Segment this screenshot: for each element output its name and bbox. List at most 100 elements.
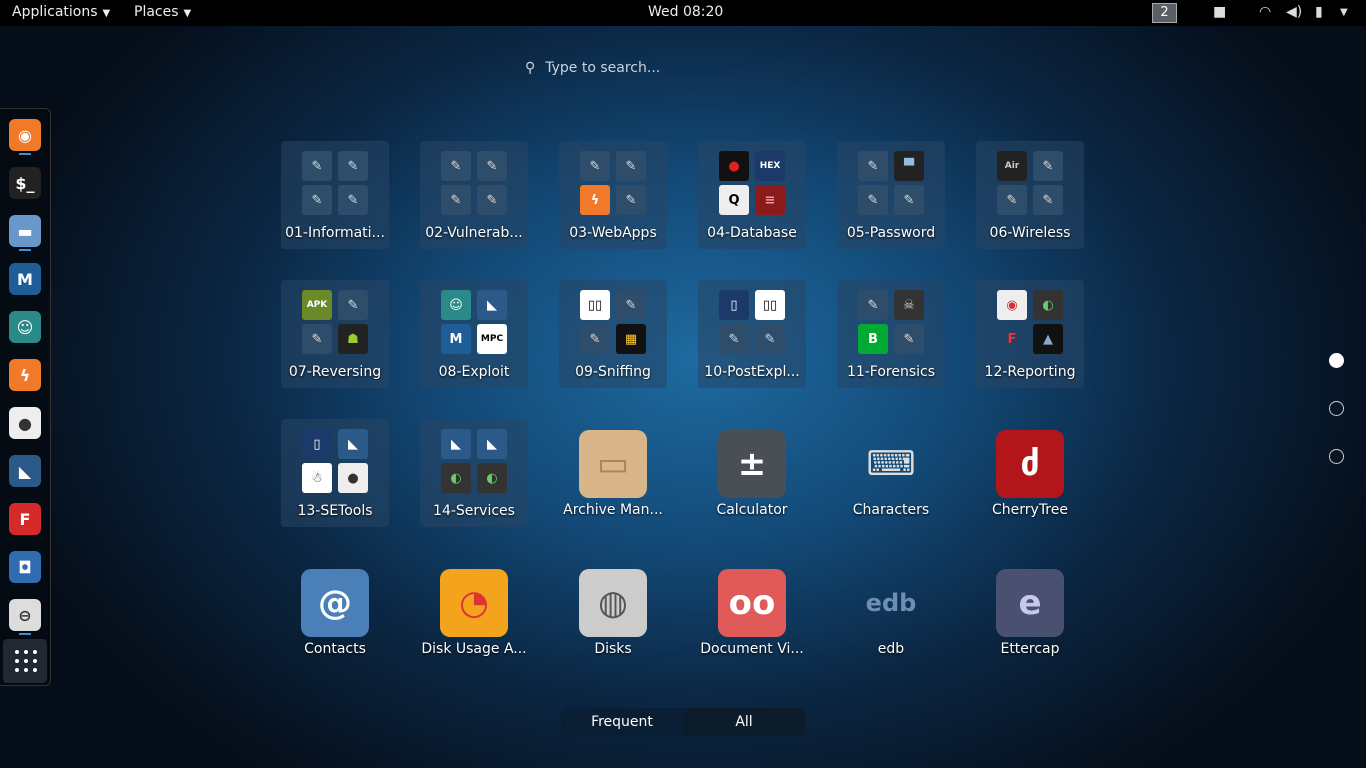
folder-label: 01-Informati... (281, 225, 389, 241)
app-icon: ძ (996, 430, 1064, 498)
applications-label: Applications (12, 4, 98, 20)
kali-icon: ✎ (302, 324, 332, 354)
app-label: Ettercap (976, 641, 1084, 657)
kali-icon: ✎ (580, 151, 610, 181)
ghost-icon: ☃ (302, 463, 332, 493)
camera-icon[interactable]: ■ (1213, 4, 1226, 20)
dock-maltego-icon[interactable]: ● (9, 407, 41, 439)
dash: ◉ $_ ▬ M ☺ ϟ ● ◣ F ◘ ⊖ (0, 108, 51, 686)
tab-frequent[interactable]: Frequent (561, 708, 683, 736)
kali-icon: ✎ (338, 185, 368, 215)
burp-icon: ϟ (580, 185, 610, 215)
applications-menu[interactable]: Applications▼ (12, 4, 110, 20)
kali-icon: ✎ (302, 151, 332, 181)
app-icon: ⌨ (857, 430, 925, 498)
app-archive-man[interactable]: ▭Archive Man... (559, 420, 667, 528)
places-menu[interactable]: Places▼ (134, 4, 191, 20)
gvm-icon: ◐ (477, 463, 507, 493)
dock-tweaks-icon[interactable]: ⊖ (9, 599, 41, 631)
kali-icon: ✎ (477, 151, 507, 181)
app-characters[interactable]: ⌨ Characters (837, 420, 945, 528)
kali-icon: ✎ (338, 290, 368, 320)
dock-beef-icon[interactable]: ◣ (9, 455, 41, 487)
folder-tile[interactable]: ✎✎✎✎01-Informati... (281, 141, 389, 249)
folder-tile[interactable]: ◉◐F▲12-Reporting (976, 280, 1084, 388)
kali-icon: ✎ (755, 324, 785, 354)
tab-all[interactable]: All (683, 708, 805, 736)
folder-tile[interactable]: ✎▀✎✎05-Password (837, 141, 945, 249)
folder-tile[interactable]: ▯▯▯✎✎10-PostExpl... (698, 280, 806, 388)
show-applications-button[interactable] (3, 639, 47, 683)
app-disk-usage-a[interactable]: ◔Disk Usage A... (420, 559, 528, 667)
sqlq-icon: Q (719, 185, 749, 215)
folder-tile[interactable]: ●HEXQ≡04-Database (698, 141, 806, 249)
folder-label: 10-PostExpl... (698, 364, 806, 380)
folder-label: 06-Wireless (976, 225, 1084, 241)
kali-icon: ✎ (302, 185, 332, 215)
folder-tile[interactable]: ✎✎✎✎02-Vulnerab... (420, 141, 528, 249)
app-calculator[interactable]: ± Calculator (698, 420, 806, 528)
folder-tile[interactable]: ✎☠B✎11-Forensics (837, 280, 945, 388)
dock-faraday-icon[interactable]: F (9, 503, 41, 535)
running-indicator (19, 633, 31, 635)
door2-icon: ▯ (719, 290, 749, 320)
folder-label: 05-Password (837, 225, 945, 241)
beef-icon: ◣ (477, 429, 507, 459)
kali-icon: ✎ (477, 185, 507, 215)
page-dot[interactable] (1329, 449, 1344, 464)
app-document-vi[interactable]: ooDocument Vi... (698, 559, 806, 667)
recordmy-icon: ◐ (1033, 290, 1063, 320)
folder-tile[interactable]: ◣◣◐◐14-Services (420, 419, 528, 527)
search-input[interactable]: ⚲Type to search... (525, 60, 660, 76)
folder-tile[interactable]: ▯▯✎✎▦09-Sniffing (559, 280, 667, 388)
dock-terminal-icon[interactable]: $_ (9, 167, 41, 199)
dock-burpsuite-icon[interactable]: ϟ (9, 359, 41, 391)
dock-metasploit-icon[interactable]: M (9, 263, 41, 295)
kali-icon: ✎ (580, 324, 610, 354)
page-dot[interactable] (1329, 401, 1344, 416)
running-indicator (19, 153, 31, 155)
bulk-icon: B (858, 324, 888, 354)
folder-label: 04-Database (698, 225, 806, 241)
folder-tile[interactable]: ☺◣MMPC08-Exploit (420, 280, 528, 388)
app-icon: ± (718, 430, 786, 498)
folder-tile[interactable]: ▯◣☃●13-SETools (281, 419, 389, 527)
kali-icon: ✎ (894, 185, 924, 215)
folder-label: 08-Exploit (420, 364, 528, 380)
battery-icon[interactable]: ▮ (1315, 4, 1323, 20)
top-bar: Applications▼ Places▼ Wed 08:20 2 ■ ◠ ◀)… (0, 0, 1366, 26)
folder-label: 02-Vulnerab... (420, 225, 528, 241)
maltego-icon: ● (338, 463, 368, 493)
door2-icon: ▯ (302, 429, 332, 459)
apk-icon: APK (302, 290, 332, 320)
app-label: Calculator (698, 502, 806, 518)
places-label: Places (134, 4, 179, 20)
app-label: Characters (837, 502, 945, 518)
app-disks[interactable]: ◍Disks (559, 559, 667, 667)
folder-tile[interactable]: ✎✎ϟ✎03-WebApps (559, 141, 667, 249)
workspace-indicator[interactable]: 2 (1152, 3, 1177, 23)
db1-icon: ● (719, 151, 749, 181)
air-icon: Air (997, 151, 1027, 181)
dock-screenshot-icon[interactable]: ◘ (9, 551, 41, 583)
volume-icon[interactable]: ◀) (1286, 4, 1302, 20)
dock-armitage-icon[interactable]: ☺ (9, 311, 41, 343)
kali-icon: ✎ (441, 151, 471, 181)
app-ettercap[interactable]: eEttercap (976, 559, 1084, 667)
clock[interactable]: Wed 08:20 (648, 4, 723, 20)
wifi-icon[interactable]: ◠ (1259, 4, 1271, 20)
folder-tile[interactable]: APK✎✎☗07-Reversing (281, 280, 389, 388)
search-icon: ⚲ (525, 60, 535, 76)
kali-icon: ✎ (616, 151, 646, 181)
app-edb[interactable]: edbedb (837, 559, 945, 667)
door-icon: ▯▯ (755, 290, 785, 320)
system-menu-caret-icon[interactable]: ▼ (1340, 7, 1348, 18)
app-cherrytree[interactable]: ძCherryTree (976, 420, 1084, 528)
app-contacts[interactable]: @Contacts (281, 559, 389, 667)
folder-label: 07-Reversing (281, 364, 389, 380)
dock-firefox-icon[interactable]: ◉ (9, 119, 41, 151)
page-dot[interactable] (1329, 353, 1344, 368)
folder-tile[interactable]: Air✎✎✎06-Wireless (976, 141, 1084, 249)
dock-files-icon[interactable]: ▬ (9, 215, 41, 247)
folder-label: 14-Services (420, 503, 528, 519)
